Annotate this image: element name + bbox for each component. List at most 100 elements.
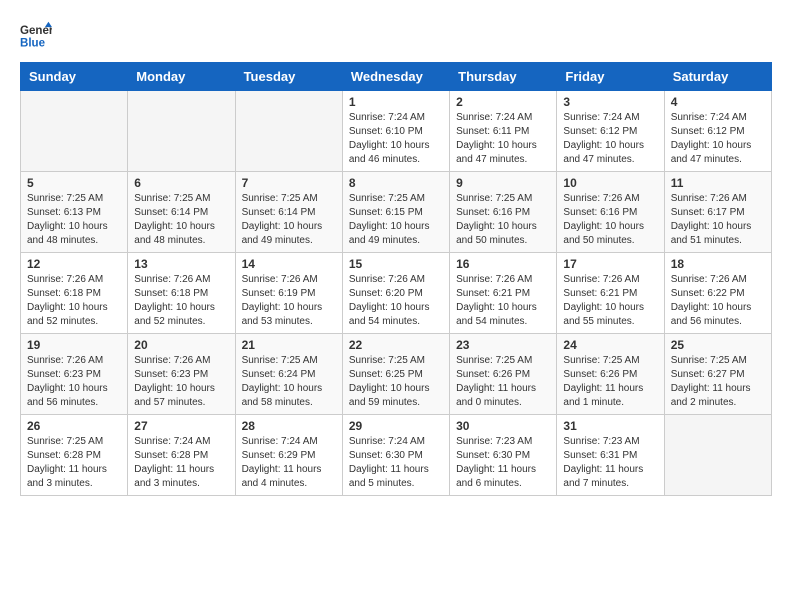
calendar-week-row: 26Sunrise: 7:25 AM Sunset: 6:28 PM Dayli… (21, 415, 772, 496)
calendar-day-cell: 8 Sunrise: 7:25 AM Sunset: 6:15 PM Daylig… (342, 172, 449, 253)
day-info: Sunrise: 7:26 AM Sunset: 6:17 PM Dayligh… (671, 192, 765, 248)
day-of-week-header: Friday (557, 63, 664, 91)
day-info: Sunrise: 7:24 AM Sunset: 6:12 PM Dayligh… (563, 111, 657, 167)
calendar-day-cell (664, 415, 771, 496)
calendar-day-cell: 22Sunrise: 7:25 AM Sunset: 6:25 PM Dayli… (342, 334, 449, 415)
calendar-day-cell: 23 Sunrise: 7:25 AM Sunset: 6:26 PM Dayli… (450, 334, 557, 415)
day-number: 21 (242, 338, 336, 352)
day-number: 15 (349, 257, 443, 271)
day-info: Sunrise: 7:26 AM Sunset: 6:20 PM Dayligh… (349, 273, 443, 329)
day-info: Sunrise: 7:26 AM Sunset: 6:19 PM Dayligh… (242, 273, 336, 329)
day-number: 13 (134, 257, 228, 271)
day-info: Sunrise: 7:25 AM Sunset: 6:26 PM Dayligh… (456, 354, 550, 410)
day-number: 23 (456, 338, 550, 352)
day-number: 5 (27, 176, 121, 190)
day-info: Sunrise: 7:24 AM Sunset: 6:29 PM Dayligh… (242, 435, 336, 491)
calendar-day-cell: 28 Sunrise: 7:24 AM Sunset: 6:29 PM Dayli… (235, 415, 342, 496)
calendar-day-cell: 6 Sunrise: 7:25 AM Sunset: 6:14 PM Daylig… (128, 172, 235, 253)
calendar-day-cell: 18 Sunrise: 7:26 AM Sunset: 6:22 PM Dayli… (664, 253, 771, 334)
calendar-day-cell: 3 Sunrise: 7:24 AM Sunset: 6:12 PM Daylig… (557, 91, 664, 172)
calendar-day-cell: 9Sunrise: 7:25 AM Sunset: 6:16 PM Daylig… (450, 172, 557, 253)
day-of-week-header: Sunday (21, 63, 128, 91)
day-number: 31 (563, 419, 657, 433)
day-info: Sunrise: 7:23 AM Sunset: 6:30 PM Dayligh… (456, 435, 550, 491)
day-number: 8 (349, 176, 443, 190)
day-number: 4 (671, 95, 765, 109)
day-info: Sunrise: 7:26 AM Sunset: 6:18 PM Dayligh… (27, 273, 121, 329)
day-info: Sunrise: 7:24 AM Sunset: 6:11 PM Dayligh… (456, 111, 550, 167)
day-info: Sunrise: 7:26 AM Sunset: 6:18 PM Dayligh… (134, 273, 228, 329)
calendar-day-cell: 4 Sunrise: 7:24 AM Sunset: 6:12 PM Daylig… (664, 91, 771, 172)
calendar-day-cell: 27Sunrise: 7:24 AM Sunset: 6:28 PM Dayli… (128, 415, 235, 496)
day-of-week-header: Saturday (664, 63, 771, 91)
logo-icon: General Blue (20, 20, 52, 52)
calendar-day-cell: 13 Sunrise: 7:26 AM Sunset: 6:18 PM Dayli… (128, 253, 235, 334)
day-info: Sunrise: 7:26 AM Sunset: 6:21 PM Dayligh… (456, 273, 550, 329)
day-info: Sunrise: 7:24 AM Sunset: 6:30 PM Dayligh… (349, 435, 443, 491)
calendar-day-cell: 15 Sunrise: 7:26 AM Sunset: 6:20 PM Dayli… (342, 253, 449, 334)
page-header: General Blue (20, 20, 772, 52)
day-number: 10 (563, 176, 657, 190)
day-number: 14 (242, 257, 336, 271)
day-number: 30 (456, 419, 550, 433)
calendar-day-cell: 2 Sunrise: 7:24 AM Sunset: 6:11 PM Daylig… (450, 91, 557, 172)
day-info: Sunrise: 7:24 AM Sunset: 6:12 PM Dayligh… (671, 111, 765, 167)
day-info: Sunrise: 7:25 AM Sunset: 6:13 PM Dayligh… (27, 192, 121, 248)
day-info: Sunrise: 7:26 AM Sunset: 6:23 PM Dayligh… (134, 354, 228, 410)
calendar-day-cell: 10 Sunrise: 7:26 AM Sunset: 6:16 PM Dayli… (557, 172, 664, 253)
calendar-day-cell: 5 Sunrise: 7:25 AM Sunset: 6:13 PM Daylig… (21, 172, 128, 253)
day-number: 25 (671, 338, 765, 352)
day-number: 20 (134, 338, 228, 352)
calendar-day-cell: 20 Sunrise: 7:26 AM Sunset: 6:23 PM Dayli… (128, 334, 235, 415)
calendar-day-cell (235, 91, 342, 172)
day-number: 3 (563, 95, 657, 109)
day-number: 28 (242, 419, 336, 433)
day-info: Sunrise: 7:26 AM Sunset: 6:21 PM Dayligh… (563, 273, 657, 329)
calendar-day-cell: 16 Sunrise: 7:26 AM Sunset: 6:21 PM Dayli… (450, 253, 557, 334)
calendar-day-cell: 21Sunrise: 7:25 AM Sunset: 6:24 PM Dayli… (235, 334, 342, 415)
day-number: 27 (134, 419, 228, 433)
day-info: Sunrise: 7:25 AM Sunset: 6:14 PM Dayligh… (134, 192, 228, 248)
calendar-day-cell: 30 Sunrise: 7:23 AM Sunset: 6:30 PM Dayli… (450, 415, 557, 496)
day-info: Sunrise: 7:23 AM Sunset: 6:31 PM Dayligh… (563, 435, 657, 491)
day-number: 1 (349, 95, 443, 109)
day-number: 6 (134, 176, 228, 190)
calendar-day-cell: 17 Sunrise: 7:26 AM Sunset: 6:21 PM Dayli… (557, 253, 664, 334)
day-info: Sunrise: 7:25 AM Sunset: 6:26 PM Dayligh… (563, 354, 657, 410)
calendar-day-cell: 1 Sunrise: 7:24 AM Sunset: 6:10 PM Daylig… (342, 91, 449, 172)
day-info: Sunrise: 7:26 AM Sunset: 6:16 PM Dayligh… (563, 192, 657, 248)
calendar-day-cell: 14 Sunrise: 7:26 AM Sunset: 6:19 PM Dayli… (235, 253, 342, 334)
day-info: Sunrise: 7:26 AM Sunset: 6:22 PM Dayligh… (671, 273, 765, 329)
calendar-day-cell: 25 Sunrise: 7:25 AM Sunset: 6:27 PM Dayli… (664, 334, 771, 415)
day-number: 29 (349, 419, 443, 433)
calendar-week-row: 1 Sunrise: 7:24 AM Sunset: 6:10 PM Daylig… (21, 91, 772, 172)
day-info: Sunrise: 7:25 AM Sunset: 6:25 PM Dayligh… (349, 354, 443, 410)
day-info: Sunrise: 7:26 AM Sunset: 6:23 PM Dayligh… (27, 354, 121, 410)
day-number: 24 (563, 338, 657, 352)
day-number: 9 (456, 176, 550, 190)
calendar-day-cell (21, 91, 128, 172)
calendar-day-cell: 31 Sunrise: 7:23 AM Sunset: 6:31 PM Dayli… (557, 415, 664, 496)
day-number: 7 (242, 176, 336, 190)
day-info: Sunrise: 7:25 AM Sunset: 6:15 PM Dayligh… (349, 192, 443, 248)
day-number: 16 (456, 257, 550, 271)
day-number: 2 (456, 95, 550, 109)
day-number: 17 (563, 257, 657, 271)
day-of-week-header: Wednesday (342, 63, 449, 91)
day-info: Sunrise: 7:25 AM Sunset: 6:14 PM Dayligh… (242, 192, 336, 248)
day-of-week-header: Tuesday (235, 63, 342, 91)
calendar-day-cell: 26Sunrise: 7:25 AM Sunset: 6:28 PM Dayli… (21, 415, 128, 496)
calendar-week-row: 19 Sunrise: 7:26 AM Sunset: 6:23 PM Dayli… (21, 334, 772, 415)
calendar-day-cell: 29 Sunrise: 7:24 AM Sunset: 6:30 PM Dayli… (342, 415, 449, 496)
day-info: Sunrise: 7:24 AM Sunset: 6:10 PM Dayligh… (349, 111, 443, 167)
day-of-week-header: Monday (128, 63, 235, 91)
day-number: 11 (671, 176, 765, 190)
day-info: Sunrise: 7:25 AM Sunset: 6:27 PM Dayligh… (671, 354, 765, 410)
calendar-table: SundayMondayTuesdayWednesdayThursdayFrid… (20, 62, 772, 496)
day-number: 19 (27, 338, 121, 352)
day-number: 12 (27, 257, 121, 271)
day-number: 18 (671, 257, 765, 271)
logo: General Blue (20, 20, 52, 52)
calendar-day-cell: 12 Sunrise: 7:26 AM Sunset: 6:18 PM Dayli… (21, 253, 128, 334)
svg-text:Blue: Blue (20, 38, 46, 50)
